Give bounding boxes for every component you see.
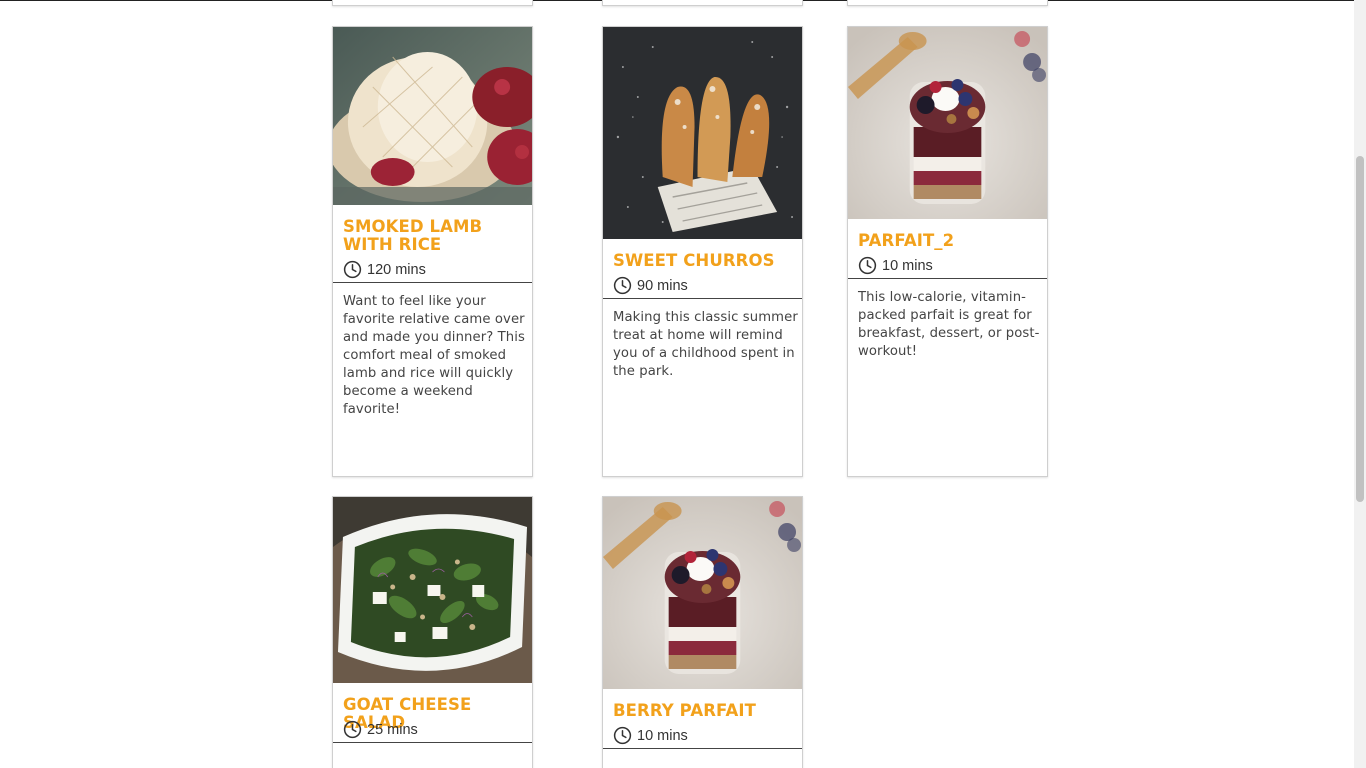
recipe-time: 10 mins <box>848 253 1047 279</box>
card-stub-previous-row <box>847 0 1048 6</box>
recipe-image-berry-parfait <box>603 497 802 689</box>
recipe-time-label: 10 mins <box>882 257 933 274</box>
scrollbar-thumb[interactable] <box>1356 156 1364 502</box>
recipe-description: Want to feel like your favorite relative… <box>343 294 525 417</box>
clock-icon <box>613 726 632 745</box>
recipe-description: Making this classic summer treat at home… <box>613 310 798 379</box>
card-stub-previous-row <box>602 0 803 6</box>
recipe-card-sweet-churros[interactable]: Sweet Churros 90 mins Making this classi… <box>602 26 803 477</box>
recipe-image-parfait-2 <box>848 27 1047 219</box>
recipe-title[interactable]: Smoked Lamb with Rice <box>333 205 532 257</box>
recipe-image-goat-cheese-salad <box>333 497 532 683</box>
recipe-title[interactable]: Berry Parfait <box>603 689 802 723</box>
recipe-time-label: 90 mins <box>637 277 688 294</box>
recipe-image-smoked-lamb <box>333 27 532 205</box>
recipe-title[interactable]: Goat Cheese Salad <box>333 683 532 732</box>
recipe-card-goat-cheese-salad[interactable]: Goat Cheese Salad 25 mins <box>332 496 533 768</box>
card-stub-previous-row <box>332 0 533 6</box>
clock-icon <box>343 260 362 279</box>
recipe-time: 90 mins <box>603 273 802 299</box>
recipe-card-berry-parfait[interactable]: Berry Parfait 10 mins <box>602 496 803 768</box>
recipe-description <box>603 749 802 759</box>
recipe-time-label: 25 mins <box>367 721 418 738</box>
recipe-description: This low-calorie, vitamin-packed parfait… <box>858 290 1040 359</box>
recipe-title[interactable]: Sweet Churros <box>603 239 802 273</box>
page-scrollbar[interactable] <box>1354 0 1366 768</box>
recipe-image-sweet-churros <box>603 27 802 239</box>
clock-icon <box>858 256 877 275</box>
clock-icon <box>343 720 362 739</box>
recipe-time-label: 10 mins <box>637 727 688 744</box>
recipe-time-label: 120 mins <box>367 261 426 278</box>
recipe-card-smoked-lamb[interactable]: Smoked Lamb with Rice 120 mins Want to f… <box>332 26 533 477</box>
recipe-card-parfait-2[interactable]: Parfait_2 10 mins This low-calorie, vita… <box>847 26 1048 477</box>
clock-icon <box>613 276 632 295</box>
recipe-description <box>333 743 532 753</box>
recipe-title[interactable]: Parfait_2 <box>848 219 1047 253</box>
recipe-time: 120 mins <box>333 257 532 283</box>
recipe-time: 10 mins <box>603 723 802 749</box>
